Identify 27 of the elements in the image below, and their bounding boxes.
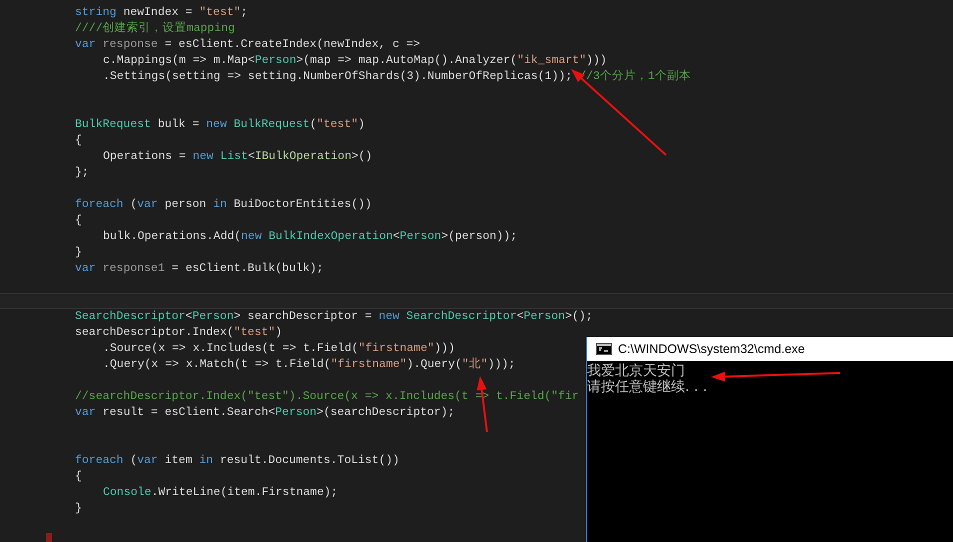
code-line: var result = esClient.Search<Person>(searchDescriptor); [75,405,455,421]
code-line: .Source(x => x.Includes(t => t.Field("firstname"))) [103,341,455,357]
code-line: var response1 = esClient.Bulk(bulk); [75,261,324,277]
code-line: Operations = new List<IBulkOperation>() [103,149,372,165]
code-line: SearchDescriptor<Person> searchDescriptor = new SearchDescriptor<Person>(); [75,309,593,325]
code-line: foreach (var person in BuiDoctorEntities()) [75,197,372,213]
code-line: { [75,213,82,229]
code-line: var response = esClient.CreateIndex(newIndex, c => [75,37,420,53]
code-line: .Query(x => x.Match(t => t.Field("firstname").Query("北"))); [103,357,516,373]
console-output-line: 请按任意键继续. . . [587,379,708,395]
code-line: foreach (var item in result.Documents.ToList()) [75,453,400,469]
console-output-line: 我爱北京天安门 [587,363,685,379]
code-line: { [75,133,82,149]
breakpoint-marker [46,533,52,542]
code-line: } [75,501,82,517]
code-line: BulkRequest bulk = new BulkRequest("test") [75,117,365,133]
code-line: { [75,469,82,485]
code-line: ////创建索引，设置mapping [75,21,235,37]
code-line: searchDescriptor.Index("test") [75,325,282,341]
console-icon [596,343,612,355]
window-title: C:\WINDOWS\system32\cmd.exe [618,340,805,358]
code-line: string newIndex = "test"; [75,5,248,21]
code-line: bulk.Operations.Add(new BulkIndexOperation<Person>(person)); [103,229,518,245]
code-line: c.Mappings(m => m.Map<Person>(map => map.AutoMap().Analyzer("ik_smart"))) [103,53,607,69]
code-line: Console.WriteLine(item.Firstname); [103,485,338,501]
code-line: }; [75,165,89,181]
code-line: } [75,245,82,261]
